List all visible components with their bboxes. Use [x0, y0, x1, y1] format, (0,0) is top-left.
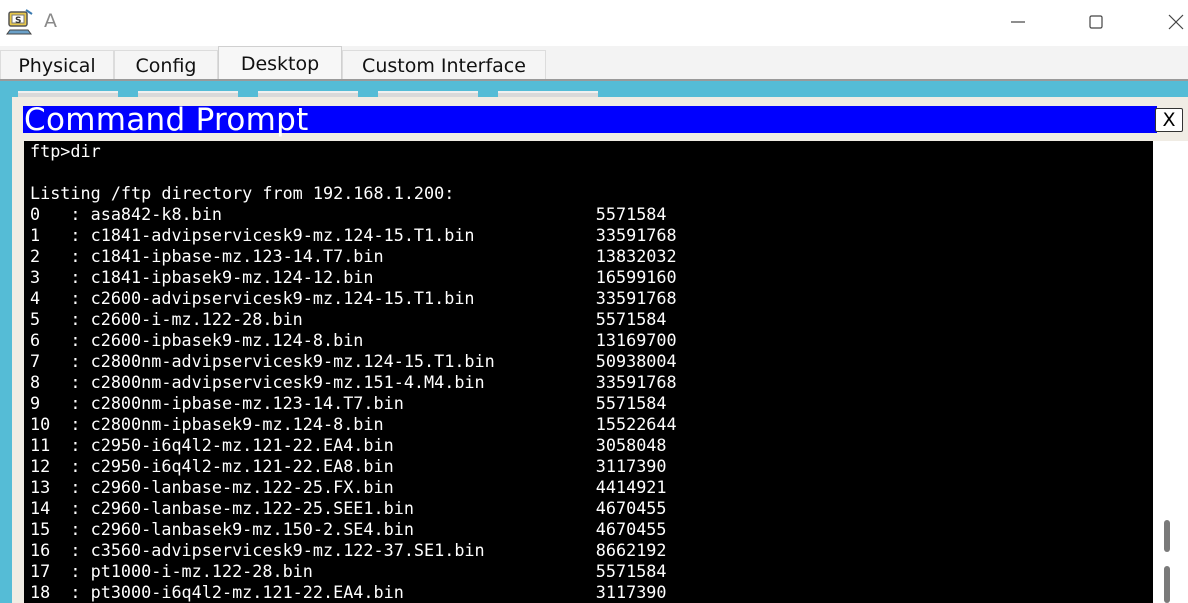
terminal-file-row: 11 : c2950-i6q4l2-mz.121-22.EA4.bin 3058… — [30, 435, 667, 455]
terminal-file-row: 10 : c2800nm-ipbasek9-mz.124-8.bin 15522… — [30, 414, 677, 434]
tab-physical[interactable]: Physical — [0, 50, 114, 80]
packet-tracer-pc-icon: S — [6, 9, 33, 35]
tab-bar: Physical Config Desktop Custom Interface — [0, 46, 1188, 80]
terminal-file-row: 4 : c2600-advipservicesk9-mz.124-15.T1.b… — [30, 288, 677, 308]
tab-config[interactable]: Config — [114, 50, 218, 80]
terminal-file-row: 13 : c2960-lanbase-mz.122-25.FX.bin 4414… — [30, 477, 667, 497]
terminal-file-row: 14 : c2960-lanbase-mz.122-25.SEE1.bin 46… — [30, 498, 667, 518]
scrollbar[interactable] — [1153, 141, 1188, 603]
tab-custom-interface[interactable]: Custom Interface — [342, 50, 546, 80]
terminal-prompt-line: ftp>dir — [30, 141, 101, 161]
window-titlebar: S A — [0, 0, 1188, 46]
terminal-file-row: 6 : c2600-ipbasek9-mz.124-8.bin 13169700 — [30, 330, 677, 350]
terminal-file-row: 1 : c1841-advipservicesk9-mz.124-15.T1.b… — [30, 225, 677, 245]
window-title: A — [44, 10, 57, 32]
terminal-file-row: 16 : c3560-advipservicesk9-mz.122-37.SE1… — [30, 540, 667, 560]
terminal-listing-header: Listing /ftp directory from 192.168.1.20… — [30, 183, 455, 203]
scrollbar-thumb[interactable] — [1164, 520, 1170, 552]
terminal-file-row: 7 : c2800nm-advipservicesk9-mz.124-15.T1… — [30, 351, 677, 371]
terminal-file-row: 17 : pt1000-i-mz.122-28.bin 5571584 — [30, 561, 667, 581]
minimize-icon[interactable] — [1003, 8, 1033, 36]
terminal-file-row: 8 : c2800nm-advipservicesk9-mz.151-4.M4.… — [30, 372, 677, 392]
terminal-file-row: 2 : c1841-ipbase-mz.123-14.T7.bin 138320… — [30, 246, 677, 266]
terminal-file-row: 15 : c2960-lanbasek9-mz.150-2.SE4.bin 46… — [30, 519, 667, 539]
command-prompt-close-button[interactable]: X — [1155, 108, 1183, 132]
scrollbar-thumb-lower[interactable] — [1164, 566, 1170, 603]
terminal-file-row: 3 : c1841-ipbasek9-mz.124-12.bin 1659916… — [30, 267, 677, 287]
terminal-file-row: 12 : c2950-i6q4l2-mz.121-22.EA8.bin 3117… — [30, 456, 667, 476]
terminal-file-row: 18 : pt3000-i6q4l2-mz.121-22.EA4.bin 311… — [30, 582, 667, 602]
terminal-file-row: 5 : c2600-i-mz.122-28.bin 5571584 — [30, 309, 667, 329]
svg-text:S: S — [15, 16, 21, 26]
terminal-file-row: 0 : asa842-k8.bin 5571584 — [30, 204, 667, 224]
terminal-file-row: 9 : c2800nm-ipbase-mz.123-14.T7.bin 5571… — [30, 393, 667, 413]
maximize-icon[interactable] — [1081, 8, 1111, 36]
tab-desktop[interactable]: Desktop — [218, 46, 342, 80]
close-icon[interactable] — [1161, 8, 1188, 36]
command-prompt-title: Command Prompt — [24, 102, 309, 138]
terminal-output[interactable]: ftp>dir Listing /ftp directory from 192.… — [24, 141, 1153, 603]
